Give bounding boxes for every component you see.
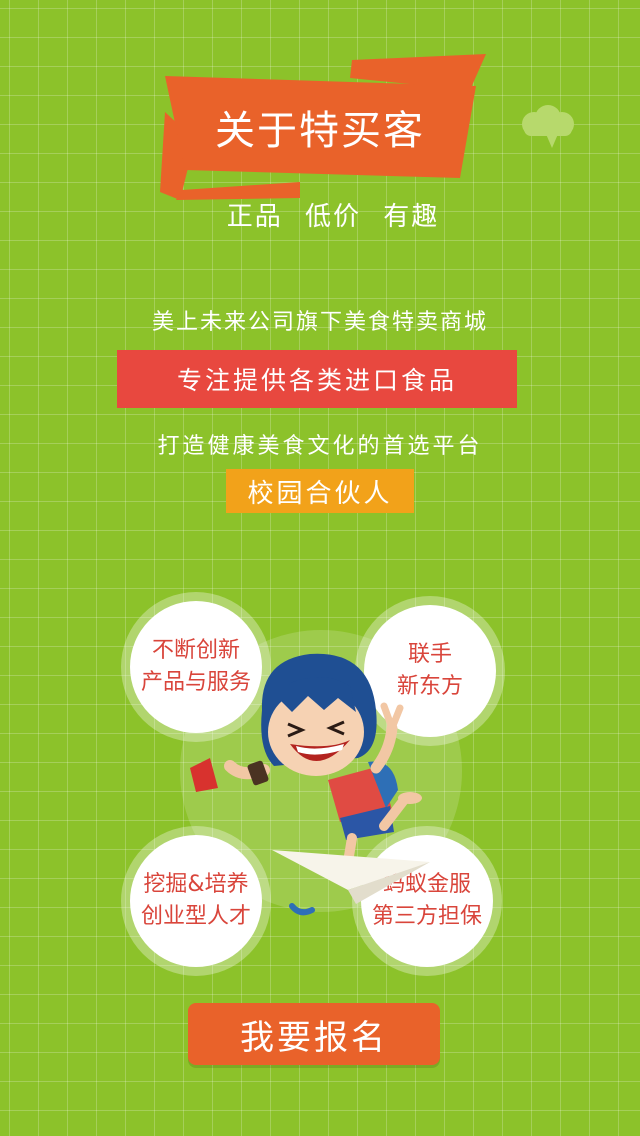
highlight-box: 专注提供各类进口食品 — [117, 350, 517, 408]
speech-cloud-icon — [522, 105, 574, 148]
platform-description: 打造健康美食文化的首选平台 — [157, 434, 483, 459]
signup-button[interactable]: 我要报名 — [188, 1003, 440, 1065]
page-title: 关于特买客 — [215, 108, 425, 154]
mascot-illustration — [190, 653, 430, 916]
campus-partner-badge: 校园合伙人 — [226, 469, 414, 513]
tagline-item: 有趣 — [383, 202, 440, 232]
tagline-item: 低价 — [304, 202, 361, 232]
tagline: 正品 低价 有趣 — [0, 196, 640, 233]
company-description: 美上未来公司旗下美食特卖商城 — [151, 310, 488, 335]
page: 关于特买客 正品 低价 有趣 美上未来公司旗下美食特卖商城 专注提供各类进口食品… — [0, 0, 640, 1136]
tagline-item: 正品 — [226, 202, 283, 232]
